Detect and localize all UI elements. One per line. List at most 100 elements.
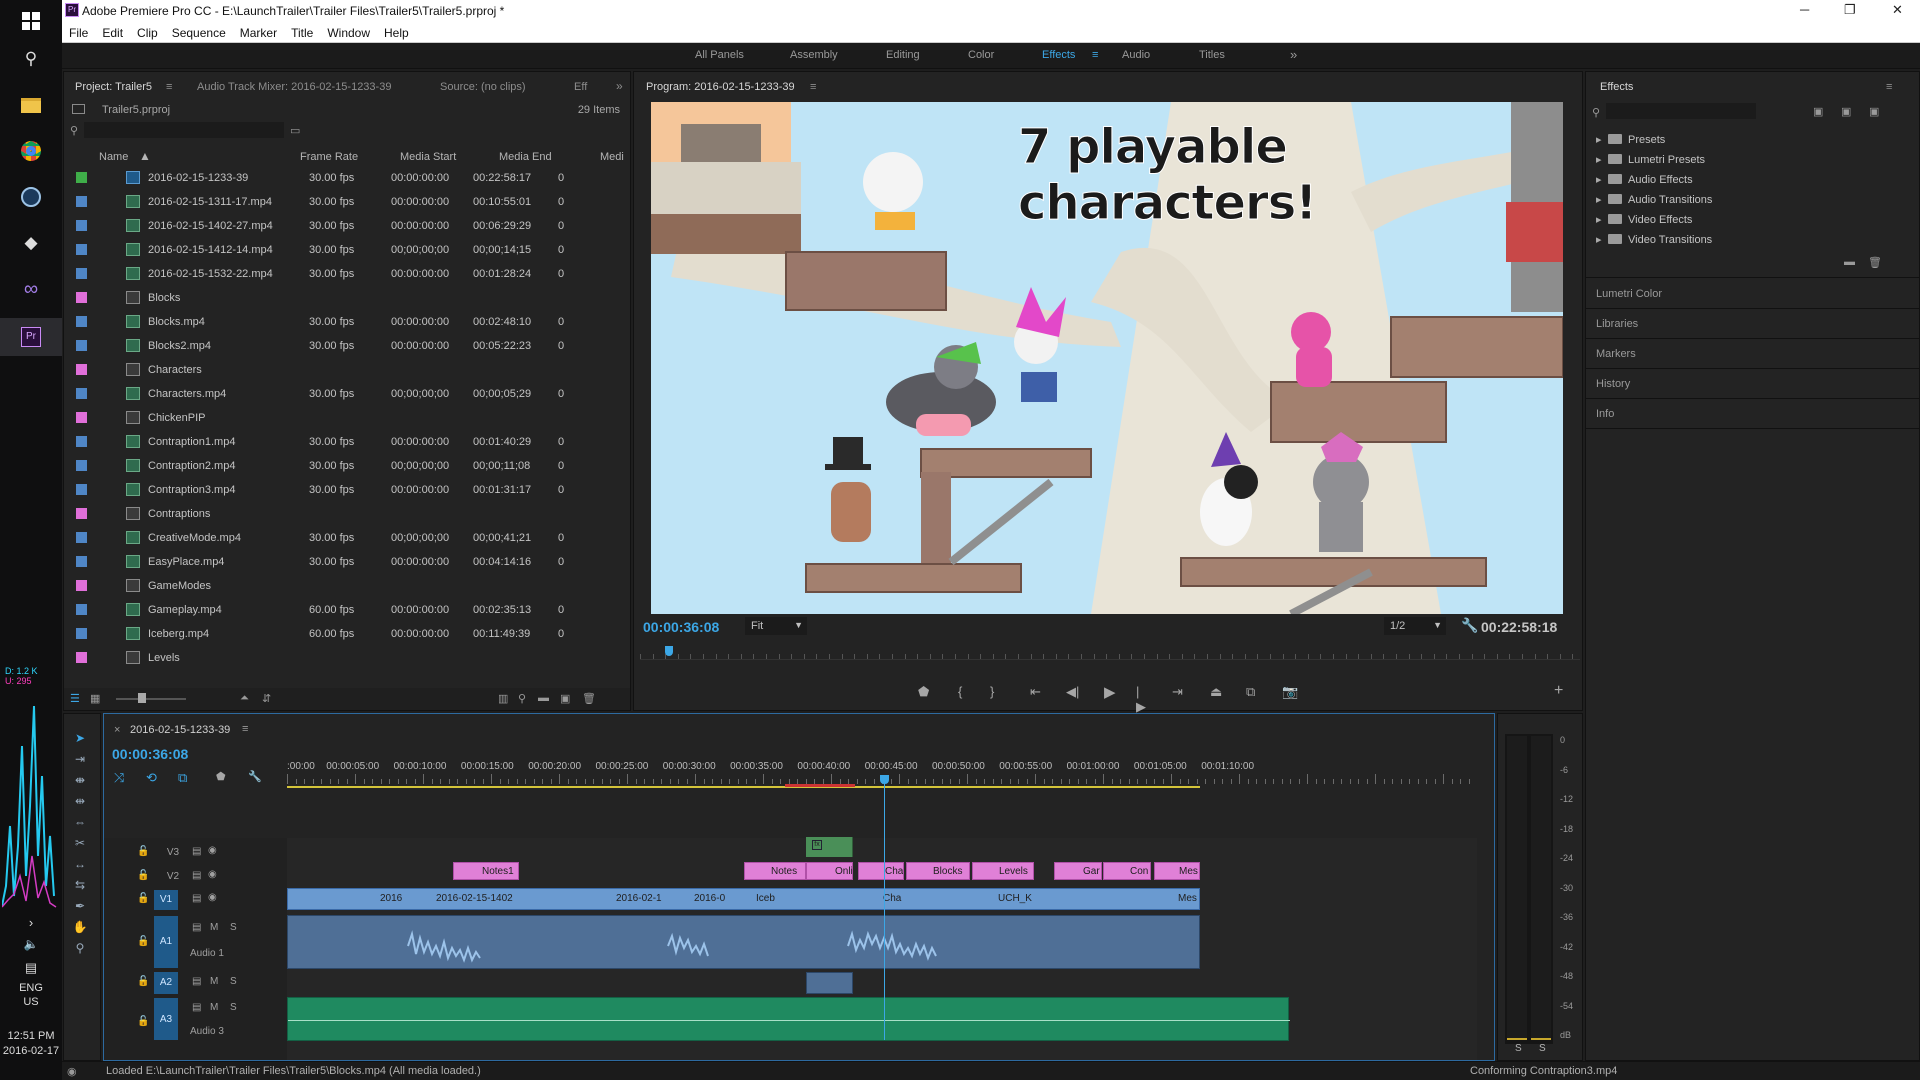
v1-clip-iceb[interactable]: Iceb [756, 893, 775, 904]
find-icon[interactable]: ⚲ [518, 692, 526, 705]
panel-libraries[interactable]: Libraries [1596, 318, 1638, 330]
timeline-settings-icon[interactable]: 🔧 [248, 770, 262, 783]
chrome-icon[interactable] [0, 132, 62, 170]
label-color-swatch[interactable] [76, 460, 87, 471]
label-color-swatch[interactable] [76, 652, 87, 663]
v2-clip-cha[interactable]: Cha [858, 862, 904, 880]
new-custom-bin-icon[interactable]: ▬ [1844, 256, 1855, 268]
col-media-duration[interactable]: Medi [600, 151, 624, 163]
freeform-icon[interactable]: ▥ [498, 692, 508, 705]
new-bin-icon[interactable]: ▬ [538, 692, 549, 704]
search-icon[interactable]: ⚲ [0, 40, 62, 78]
v1-clip-uch-k[interactable]: UCH_K [998, 893, 1032, 904]
menu-sequence[interactable]: Sequence [165, 22, 233, 40]
eye-icon[interactable]: ◉ [208, 892, 217, 903]
track-lock-icon[interactable]: 🔓 [137, 976, 149, 987]
tab-effects[interactable]: Effects [1600, 81, 1633, 93]
extract-icon[interactable]: ⧉ [1246, 684, 1255, 700]
mute-button[interactable]: M [210, 976, 218, 987]
track-lock-icon[interactable]: 🔓 [137, 893, 149, 904]
workspace-titles[interactable]: Titles [1199, 49, 1225, 61]
v2-clip-con[interactable]: Con [1103, 862, 1151, 880]
label-color-swatch[interactable] [76, 340, 87, 351]
fx-video-transitions[interactable]: ▸ Video Transitions [1596, 233, 1712, 246]
32bit-effects-icon[interactable]: ▣ [1841, 105, 1851, 118]
sync-lock-icon[interactable]: ▤ [192, 870, 201, 881]
sort-icon[interactable]: ⏶ [240, 692, 249, 705]
label-color-swatch[interactable] [76, 364, 87, 375]
v1-clip-cha[interactable]: Cha [883, 893, 901, 904]
track-lock-icon[interactable]: 🔓 [137, 936, 149, 947]
label-color-swatch[interactable] [76, 508, 87, 519]
workspace-effects[interactable]: Effects [1042, 49, 1075, 61]
project-item-row[interactable]: Contraption3.mp4 30.00 fps 00:00:00:00 00:0… [66, 478, 632, 502]
tray-expand-icon[interactable]: › [0, 912, 62, 932]
workspace-editing[interactable]: Editing [886, 49, 920, 61]
label-color-swatch[interactable] [76, 484, 87, 495]
project-item-row[interactable]: Contraptions [66, 502, 632, 526]
sync-lock-icon[interactable]: ▤ [192, 922, 201, 933]
v3-clip[interactable]: fx [806, 837, 853, 857]
eye-icon[interactable]: ◉ [208, 869, 217, 880]
automate-icon[interactable]: ⇵ [262, 692, 271, 705]
a1-audio-clips[interactable] [287, 915, 1200, 969]
sync-lock-icon[interactable]: ▤ [192, 976, 201, 987]
mute-button[interactable]: M [210, 922, 218, 933]
workspace-assembly[interactable]: Assembly [790, 49, 838, 61]
v1-track-clips[interactable]: 2016 2016-02-15-1402 2016-02-1 2016-0 Ic… [287, 888, 1200, 910]
slide-tool-icon[interactable]: ⇆ [68, 878, 92, 896]
sequence-tab[interactable]: 2016-02-15-1233-39 [130, 724, 230, 736]
track-label-a3[interactable]: A3 [154, 998, 178, 1040]
tab-menu-icon[interactable]: ≡ [166, 81, 172, 93]
menu-title[interactable]: Title [284, 22, 320, 40]
timeline-playhead-line[interactable] [884, 777, 885, 1040]
project-item-row[interactable]: Gameplay.mp4 60.00 fps 00:00:00:00 00:02:35… [66, 598, 632, 622]
razor-tool-icon[interactable]: ✂ [68, 836, 92, 854]
project-item-row[interactable]: EasyPlace.mp4 30.00 fps 00:00:00:00 00:04:1… [66, 550, 632, 574]
project-item-row[interactable]: Contraption2.mp4 30.00 fps 00;00;00;00 00;0… [66, 454, 632, 478]
project-item-row[interactable]: 2016-02-15-1233-39 30.00 fps 00:00:00:00 00… [66, 166, 632, 190]
solo-left-button[interactable]: S [1515, 1043, 1522, 1054]
clock-time[interactable]: 12:51 PM [0, 1030, 62, 1042]
close-sequence-icon[interactable]: × [114, 724, 120, 736]
pen-tool-icon[interactable]: ✒ [68, 899, 92, 917]
new-bin-from-search-icon[interactable]: ▭ [290, 124, 300, 137]
project-item-row[interactable]: 2016-02-15-1402-27.mp4 30.00 fps 00:00:00:… [66, 214, 632, 238]
action-center-icon[interactable]: ▤ [0, 958, 62, 978]
fx-presets[interactable]: ▸ Presets [1596, 133, 1665, 146]
fx-audio-transitions[interactable]: ▸ Audio Transitions [1596, 193, 1712, 206]
fx-audio-effects[interactable]: ▸ Audio Effects [1596, 173, 1693, 186]
col-media-end[interactable]: Media End [499, 151, 552, 163]
lift-icon[interactable]: ⏏ [1210, 684, 1222, 700]
col-media-start[interactable]: Media Start [400, 151, 456, 163]
workspace-overflow-icon[interactable]: » [1290, 47, 1297, 62]
panel-overflow-icon[interactable]: » [616, 79, 623, 93]
v1-clip-2016[interactable]: 2016 [380, 893, 402, 904]
effects-menu-icon[interactable]: ≡ [1886, 81, 1892, 93]
play-icon[interactable]: ▶ [1104, 683, 1116, 701]
track-select-tool-icon[interactable]: ⇥ [68, 752, 92, 770]
track-lock-icon[interactable]: 🔓 [137, 846, 149, 857]
panel-markers[interactable]: Markers [1596, 348, 1636, 360]
premiere-taskbar-icon[interactable]: Pr [0, 318, 62, 356]
label-color-swatch[interactable] [76, 412, 87, 423]
workspace-audio[interactable]: Audio [1122, 49, 1150, 61]
project-item-row[interactable]: 2016-02-15-1311-17.mp4 30.00 fps 00:00:00:… [66, 190, 632, 214]
v2-clip-blocks[interactable]: Blocks [906, 862, 970, 880]
program-time-ruler[interactable] [640, 646, 1580, 660]
menu-window[interactable]: Window [320, 22, 377, 40]
icon-view-icon[interactable]: ▦ [90, 692, 100, 705]
v1-clip-2016-0[interactable]: 2016-0 [694, 893, 725, 904]
rolling-edit-tool-icon[interactable]: ⇹ [68, 794, 92, 812]
menu-marker[interactable]: Marker [233, 22, 284, 40]
export-frame-icon[interactable]: 📷 [1282, 684, 1298, 700]
solo-right-button[interactable]: S [1539, 1043, 1546, 1054]
unity-icon[interactable]: ◆ [0, 224, 62, 262]
panel-lumetri-color[interactable]: Lumetri Color [1596, 288, 1662, 300]
solo-button[interactable]: S [230, 1002, 237, 1013]
v2-clip-mes[interactable]: Mes [1154, 862, 1200, 880]
volume-icon[interactable]: 🔈 [0, 934, 62, 954]
label-color-swatch[interactable] [76, 556, 87, 567]
menu-file[interactable]: File [62, 22, 95, 40]
project-item-row[interactable]: Levels [66, 646, 632, 670]
